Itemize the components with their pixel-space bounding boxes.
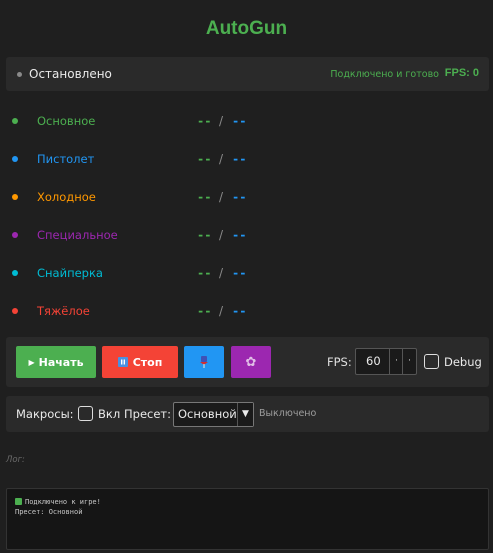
status-text: Остановлено — [29, 67, 112, 81]
macros-enable-label: Вкл — [98, 407, 121, 421]
weapon-label: Холодное — [37, 190, 96, 204]
status-dot — [17, 72, 22, 77]
weapon-label: Снайперка — [37, 266, 103, 280]
macros-label: Макросы: — [16, 407, 74, 421]
fps-decrement-button[interactable]: · — [389, 349, 403, 374]
stop-button[interactable]: Стоп — [102, 346, 178, 378]
weapon-label: Специальное — [37, 228, 118, 242]
fps-readout: FPS: 0 — [444, 67, 479, 79]
fps-label: FPS: — [327, 355, 352, 369]
weapon-row-melee: Холодное -- / -- — [0, 187, 493, 207]
weapon-value-total: -- — [232, 228, 247, 242]
play-icon: ▶ — [28, 357, 35, 367]
weapon-value-current: -- — [197, 228, 212, 242]
weapon-label: Пистолет — [37, 152, 95, 166]
weapon-value-separator: / — [219, 266, 224, 280]
weapon-row-primary: Основное -- / -- — [0, 111, 493, 131]
weapon-value-total: -- — [232, 304, 247, 318]
macros-enable-checkbox[interactable] — [78, 406, 93, 421]
preset-select[interactable]: Основной ▼ — [173, 402, 254, 427]
weapon-value-total: -- — [232, 266, 247, 280]
weapon-value-separator: / — [219, 304, 224, 318]
weapon-value-current: -- — [197, 114, 212, 128]
fps-spinbox[interactable]: 60 · · — [355, 348, 417, 375]
weapon-value-separator: / — [219, 114, 224, 128]
weapon-row-sniper: Снайперка -- / -- — [0, 263, 493, 283]
weapon-dot — [12, 270, 18, 276]
log-line-text: Подключено к игре! — [25, 498, 101, 506]
log-label: Лог: — [6, 455, 25, 465]
weapon-value-total: -- — [232, 190, 247, 204]
weapon-value-total: -- — [232, 152, 247, 166]
settings-button[interactable]: ✿ — [231, 346, 271, 378]
fps-increment-button[interactable]: · — [402, 349, 416, 374]
weapon-row-heavy: Тяжёлое -- / -- — [0, 301, 493, 321]
start-button-label: Начать — [38, 355, 84, 369]
connection-status: Подключено и готово — [330, 69, 439, 80]
weapon-dot — [12, 156, 18, 162]
gear-icon: ✿ — [245, 354, 257, 370]
check-icon — [15, 498, 22, 505]
start-button[interactable]: ▶ Начать — [16, 346, 96, 378]
preset-label: Пресет: — [124, 407, 171, 421]
weapon-dot — [12, 232, 18, 238]
weapon-label: Основное — [37, 114, 96, 128]
macros-status: Выключено — [259, 408, 317, 419]
debug-label: Debug — [444, 355, 482, 369]
weapon-value-separator: / — [219, 228, 224, 242]
weapon-value-separator: / — [219, 152, 224, 166]
status-bar: Остановлено Подключено и готово FPS: 0 — [6, 57, 489, 91]
weapon-row-pistol: Пистолет -- / -- — [0, 149, 493, 169]
weapon-value-current: -- — [197, 304, 212, 318]
pin-button[interactable] — [184, 346, 224, 378]
weapon-dot — [12, 308, 18, 314]
log-line: Подключено к игре! — [15, 498, 101, 506]
log-line-text: Пресет: Основной — [15, 508, 83, 516]
weapon-dot — [12, 118, 18, 124]
control-panel: ▶ Начать Стоп ✿ FPS: 60 · · Debug — [6, 337, 489, 387]
chevron-down-icon: ▼ — [237, 403, 253, 426]
log-box[interactable]: Подключено к игре! Пресет: Основной — [6, 488, 489, 550]
stop-button-label: Стоп — [132, 355, 163, 369]
pause-icon — [117, 357, 128, 367]
weapon-value-total: -- — [232, 114, 247, 128]
macro-panel: Макросы: Вкл Пресет: Основной ▼ Выключен… — [6, 396, 489, 432]
weapon-value-current: -- — [197, 152, 212, 166]
log-line: Пресет: Основной — [15, 508, 82, 516]
weapon-row-special: Специальное -- / -- — [0, 225, 493, 245]
weapon-dot — [12, 194, 18, 200]
weapon-value-separator: / — [219, 190, 224, 204]
preset-value: Основной — [178, 407, 237, 421]
weapon-value-current: -- — [197, 266, 212, 280]
fps-value: 60 — [366, 354, 381, 368]
weapon-label: Тяжёлое — [37, 304, 90, 318]
weapon-value-current: -- — [197, 190, 212, 204]
app-title: AutoGun — [205, 18, 288, 39]
pin-icon — [200, 356, 208, 368]
debug-checkbox[interactable] — [424, 354, 439, 369]
